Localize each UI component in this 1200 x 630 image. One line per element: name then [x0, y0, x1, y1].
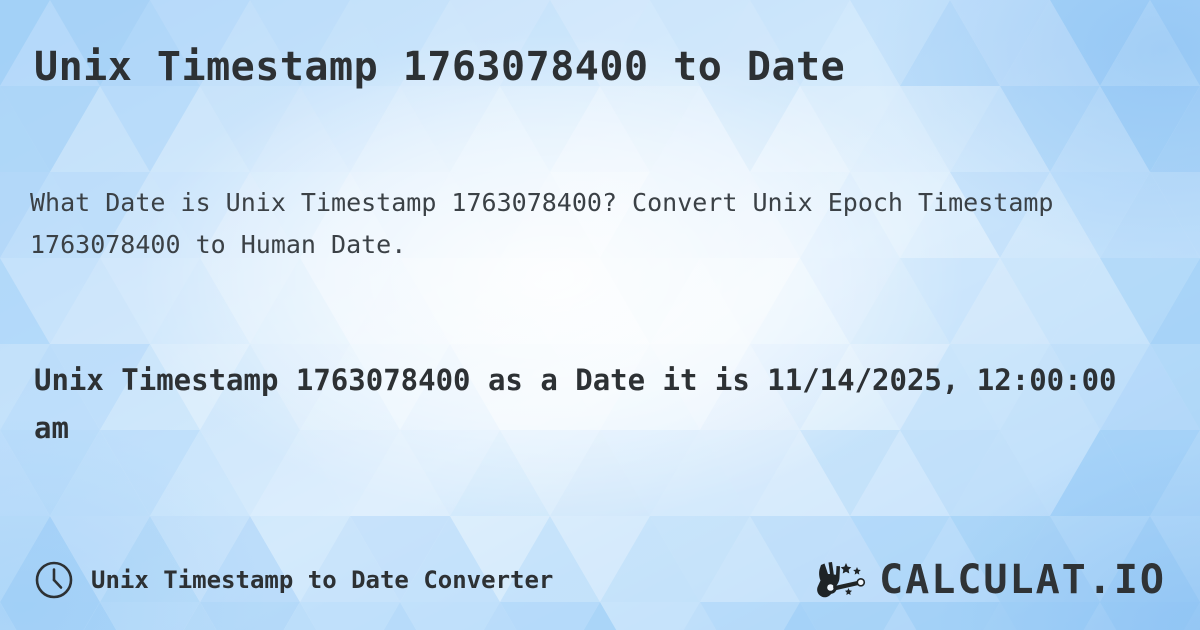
brand-logo[interactable]: CALCULAT.IO: [815, 559, 1166, 601]
brand-name: CALCULAT.IO: [879, 557, 1166, 603]
result-text: Unix Timestamp 1763078400 as a Date it i…: [34, 363, 1117, 445]
social-card: Unix Timestamp 1763078400 to Date What D…: [0, 0, 1200, 630]
footer-left: Unix Timestamp to Date Converter: [34, 560, 553, 600]
footer: Unix Timestamp to Date Converter CALCULA…: [34, 552, 1166, 608]
footer-label: Unix Timestamp to Date Converter: [91, 566, 554, 594]
description-text: What Date is Unix Timestamp 1763078400? …: [30, 188, 1054, 259]
magic-wand-hand-icon: [817, 562, 866, 598]
clock-icon: [35, 561, 73, 599]
card-content: Unix Timestamp 1763078400 to Date What D…: [0, 0, 1200, 630]
page-title: Unix Timestamp 1763078400 to Date: [34, 44, 846, 90]
